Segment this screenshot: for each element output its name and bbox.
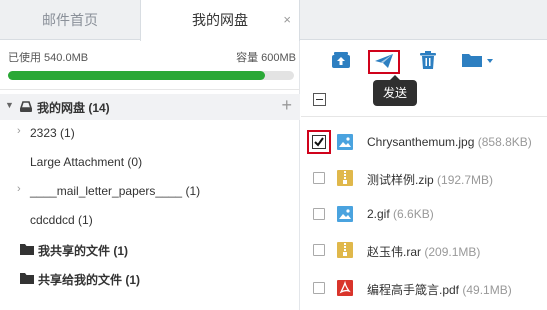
expand-caret-icon[interactable]: ▼	[5, 100, 14, 110]
tab-bar: 邮件首页 我的网盘 ×	[0, 0, 547, 41]
file-name[interactable]: 编程高手箴言.pdf (49.1MB)	[367, 281, 512, 298]
tree-item-label: 我共享的文件 (1)	[38, 244, 129, 258]
expand-caret-icon[interactable]: ›	[17, 125, 21, 137]
file-row[interactable]: 编程高手箴言.pdf (49.1MB)	[301, 272, 547, 302]
file-toolbar	[301, 41, 547, 81]
add-folder-icon[interactable]: +	[281, 95, 292, 116]
file-name-text: 测试样例.zip	[367, 173, 434, 187]
storage-usage: 已使用 540.0MB 容量 600MB	[8, 49, 296, 64]
file-name-text: 2.gif	[367, 207, 390, 221]
file-name[interactable]: 2.gif (6.6KB)	[367, 207, 434, 221]
tab-label: 我的网盘	[192, 12, 248, 28]
file-row[interactable]: 赵玉伟.rar (209.1MB)	[301, 234, 547, 264]
tab-mail-home[interactable]: 邮件首页	[0, 0, 140, 40]
file-checkbox[interactable]	[313, 172, 325, 184]
divider	[0, 89, 300, 90]
trash-icon	[420, 50, 436, 72]
zip-file-icon	[337, 170, 353, 186]
file-size: (49.1MB)	[462, 283, 512, 297]
pdf-file-icon	[337, 280, 353, 296]
capacity-text: 容量 600MB	[236, 52, 296, 64]
storage-progress-bar	[8, 71, 294, 80]
zip-file-icon	[337, 242, 353, 258]
delete-button[interactable]	[415, 49, 441, 73]
file-name[interactable]: 赵玉伟.rar (209.1MB)	[367, 243, 480, 260]
storage-progress-fill	[8, 71, 266, 80]
send-button[interactable]	[368, 50, 400, 74]
file-row[interactable]: 2.gif (6.6KB)	[301, 198, 547, 228]
file-name-text: 编程高手箴言.pdf	[367, 283, 460, 297]
file-name-text: Chrysanthemum.jpg	[367, 135, 475, 149]
file-name-text: 赵玉伟.rar	[367, 245, 422, 259]
tree-item-label: ____mail_letter_papers____ (1)	[30, 184, 201, 198]
file-row[interactable]: Chrysanthemum.jpg (858.8KB)	[301, 126, 547, 156]
tree-item[interactable]: Large Attachment (0)	[0, 152, 300, 172]
tab-label: 邮件首页	[42, 12, 98, 28]
tree-item-shared-by-me[interactable]: 我共享的文件 (1)	[0, 239, 300, 259]
file-checkbox[interactable]	[313, 244, 325, 256]
send-icon	[374, 53, 394, 72]
folder-icon	[20, 243, 34, 258]
tab-my-disk[interactable]: 我的网盘 ×	[140, 0, 300, 41]
upload-button[interactable]	[328, 49, 354, 73]
checkbox-highlight[interactable]	[307, 130, 331, 154]
file-size: (858.8KB)	[477, 135, 532, 149]
file-checkbox[interactable]	[312, 135, 326, 149]
divider	[301, 116, 547, 117]
file-size: (6.6KB)	[393, 207, 434, 221]
folder-dropdown-icon	[462, 52, 494, 71]
file-size: (192.7MB)	[437, 173, 494, 187]
folder-icon	[20, 272, 34, 287]
tree-item[interactable]: › 2323 (1)	[0, 123, 300, 143]
file-size: (209.1MB)	[424, 245, 481, 259]
file-name[interactable]: 测试样例.zip (192.7MB)	[367, 171, 493, 188]
tree-item-label: 2323 (1)	[30, 126, 75, 140]
move-folder-dropdown[interactable]	[460, 49, 496, 73]
upload-icon	[331, 51, 351, 72]
file-row[interactable]: 测试样例.zip (192.7MB)	[301, 162, 547, 192]
tree-item[interactable]: › ____mail_letter_papers____ (1)	[0, 181, 300, 201]
file-name[interactable]: Chrysanthemum.jpg (858.8KB)	[367, 135, 532, 149]
image-file-icon	[337, 134, 353, 150]
expand-caret-icon[interactable]: ›	[17, 183, 21, 195]
tree-item-label: cdcddcd (1)	[30, 213, 93, 227]
tree-item-shared-with-me[interactable]: 共享给我的文件 (1)	[0, 268, 300, 288]
select-all-checkbox[interactable]	[313, 93, 326, 106]
sidebar: 已使用 540.0MB 容量 600MB ▼ 我的网盘 (14) + › 232…	[0, 41, 300, 310]
file-checkbox[interactable]	[313, 282, 325, 294]
tree-item-label: Large Attachment (0)	[30, 155, 143, 169]
image-file-icon	[337, 206, 353, 222]
tree-root-label: 我的网盘 (14)	[37, 101, 110, 115]
used-text: 已使用 540.0MB	[8, 52, 89, 64]
tree-item[interactable]: cdcddcd (1)	[0, 210, 300, 230]
file-checkbox[interactable]	[313, 208, 325, 220]
disk-icon	[19, 99, 33, 116]
close-icon[interactable]: ×	[283, 0, 291, 40]
tree-root-my-disk[interactable]: ▼ 我的网盘 (14) +	[0, 94, 300, 120]
tooltip: 发送	[373, 75, 417, 106]
tree-item-label: 共享给我的文件 (1)	[38, 273, 141, 287]
